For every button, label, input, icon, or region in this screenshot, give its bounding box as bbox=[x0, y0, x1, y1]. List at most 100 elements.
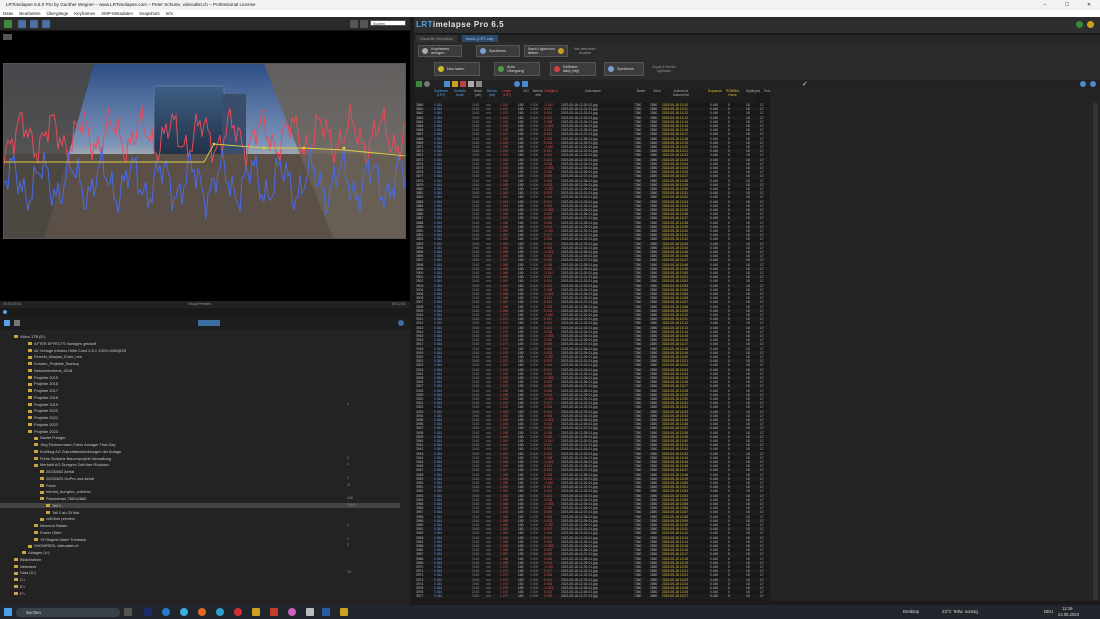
tag-icon[interactable] bbox=[468, 81, 474, 87]
edge-icon[interactable] bbox=[162, 608, 170, 616]
stop-icon[interactable] bbox=[14, 320, 20, 326]
browser-icon[interactable] bbox=[180, 608, 188, 616]
column-header[interactable]: Kreisele bude bbox=[451, 89, 469, 98]
column-header[interactable]: Dateiname bbox=[584, 89, 602, 94]
folder-item[interactable]: Data (D:) 29 bbox=[0, 570, 400, 575]
status-icon[interactable] bbox=[1076, 21, 1083, 28]
clock-date[interactable]: 24.05.2023 bbox=[1058, 612, 1079, 617]
checkmark-icon[interactable]: ✓ bbox=[802, 80, 808, 88]
star-icon[interactable] bbox=[452, 81, 458, 87]
settings-icon[interactable] bbox=[522, 81, 528, 87]
save-button-bottom[interactable]: Speichern bbox=[604, 62, 644, 76]
lrtimelapse-icon[interactable] bbox=[322, 608, 330, 616]
filter-icon[interactable] bbox=[444, 81, 450, 87]
reject-icon[interactable] bbox=[460, 81, 466, 87]
folder-item[interactable]: Bibliotheken bbox=[0, 557, 400, 562]
folder-item[interactable]: Projekte 2021 bbox=[0, 415, 400, 420]
folder-item[interactable]: Projekte 2018 bbox=[0, 395, 400, 400]
menu-keyframes[interactable]: Keyframes bbox=[74, 11, 95, 16]
camera-icon[interactable] bbox=[3, 34, 12, 40]
help-icon[interactable] bbox=[1090, 81, 1096, 87]
folder-item[interactable]: Daniel Fredger bbox=[0, 435, 400, 440]
folder-item[interactable]: Panoramas 7380x2880 446 bbox=[0, 496, 400, 501]
photoshop-icon[interactable] bbox=[144, 608, 152, 616]
taskbar-search-input[interactable]: Suchen bbox=[16, 608, 120, 617]
folder-item[interactable]: Projekte 2023 bbox=[0, 429, 400, 434]
folder-item[interactable]: Projekte 2019 4 bbox=[0, 402, 400, 407]
folder-item[interactable]: Netzwerkvideos_2018 bbox=[0, 368, 400, 373]
folder-item[interactable]: Kunden_Projekte_Backup bbox=[0, 361, 400, 366]
folder-item[interactable]: Fotos 11 bbox=[0, 483, 400, 488]
file-explorer-icon[interactable] bbox=[340, 608, 348, 616]
auto-transition-button[interactable]: Auto Übergang bbox=[494, 62, 540, 76]
save-button-top[interactable]: Speichern bbox=[476, 45, 520, 57]
play-icon[interactable] bbox=[4, 320, 10, 326]
minimize-icon[interactable]: – bbox=[1034, 0, 1056, 10]
forward-icon[interactable] bbox=[360, 20, 368, 28]
folder-item[interactable]: Merbold AG Durrgrim 2ufrüher Rückbau 4 bbox=[0, 462, 400, 467]
smiley-icon[interactable] bbox=[1087, 21, 1094, 28]
table-scrollbar[interactable] bbox=[1093, 103, 1098, 600]
filezilla-icon[interactable] bbox=[270, 608, 278, 616]
folder-item[interactable]: 20230523 GoPro und Aerial 2 bbox=[0, 476, 400, 481]
tab-visual-workflow[interactable]: Visueller Workflow bbox=[416, 35, 457, 42]
zoom-in-icon[interactable] bbox=[1080, 81, 1086, 87]
keyframe-marker[interactable] bbox=[342, 146, 346, 150]
grid-icon[interactable] bbox=[416, 81, 422, 87]
folder-item[interactable]: Nimmvol Baden 2 bbox=[0, 523, 400, 528]
taskview-icon[interactable] bbox=[124, 608, 132, 616]
folder-item[interactable]: Video 1TB (E:) bbox=[0, 334, 400, 339]
folder-item[interactable]: zufrüher preview bbox=[0, 516, 400, 521]
folder-item[interactable]: F:\ bbox=[0, 591, 400, 596]
heart-icon[interactable] bbox=[18, 20, 26, 28]
weather-label[interactable]: 23°C Teilw. sonnig bbox=[942, 609, 978, 614]
folder-item[interactable]: Kohlbug AG Zukunftsentwicklungen der Anl… bbox=[0, 449, 400, 454]
folder-icon[interactable] bbox=[30, 20, 38, 28]
media-icon[interactable] bbox=[288, 608, 296, 616]
keyframes-button[interactable]: Keyframes anlegen bbox=[418, 45, 462, 57]
folder-item[interactable]: Projekte 2017 bbox=[0, 388, 400, 393]
column-header[interactable]: RGB/Bel. Korre. bbox=[724, 89, 742, 98]
column-header[interactable]: Aufnahme Datum/Zeit bbox=[672, 89, 690, 98]
table-row[interactable]: 3977 0.361 2160 n/a 1.077 100 0.000 0.029 2023-0… bbox=[414, 594, 770, 599]
nav-arrows-icon[interactable] bbox=[198, 320, 220, 326]
timeline-bar[interactable] bbox=[0, 308, 410, 316]
folder-item[interactable]: merbol_durrgrim_zufrüher bbox=[0, 489, 400, 494]
menu-xmp[interactable]: XMP-Metadaten bbox=[101, 11, 133, 16]
tab-basis[interactable]: Basis (LRT-cat) bbox=[462, 35, 498, 42]
column-header[interactable]: Lumin. (LRT) bbox=[498, 89, 516, 98]
folder-item[interactable]: Projekte 2020 bbox=[0, 408, 400, 413]
timeline-handle[interactable] bbox=[3, 310, 7, 314]
curve-icon[interactable] bbox=[476, 81, 482, 87]
firefox-icon[interactable] bbox=[198, 608, 206, 616]
language-label[interactable]: DEU bbox=[1044, 609, 1053, 614]
close-icon[interactable]: ✕ bbox=[1078, 0, 1100, 10]
folder-item[interactable]: AV Vorlage Infobox Hölle Cond 0.5.1 1920… bbox=[0, 348, 400, 353]
refresh-icon[interactable] bbox=[398, 320, 404, 326]
vlc-icon[interactable] bbox=[252, 608, 260, 616]
folder-item[interactable]: Teil 1 3118 bbox=[0, 502, 400, 509]
folder-item[interactable]: 20230502 Aerial bbox=[0, 469, 400, 474]
explorer-icon[interactable] bbox=[216, 608, 224, 616]
column-header[interactable]: Helligkeit bbox=[542, 89, 560, 94]
zoom-icon[interactable] bbox=[42, 20, 50, 28]
folder-item[interactable]: Fuhrs Schweiz Bauvorprojekt Verwaltung 3 bbox=[0, 456, 400, 461]
document-icon[interactable] bbox=[306, 608, 314, 616]
menu-info[interactable]: Info bbox=[166, 11, 173, 16]
folder-item[interactable]: Projekte 2015 bbox=[0, 375, 400, 380]
folder-item[interactable]: C:\ bbox=[0, 577, 400, 582]
column-header[interactable]: Exposure bbox=[706, 89, 724, 94]
folder-item[interactable]: Einzeln_Abspan_Ende_neu bbox=[0, 354, 400, 359]
clock-time[interactable]: 12:19 bbox=[1062, 606, 1072, 611]
search-input[interactable]: Suchen bbox=[370, 20, 406, 26]
folder-item[interactable]: Netzwerk bbox=[0, 564, 400, 569]
folder-item[interactable]: E:\ bbox=[0, 584, 400, 589]
windows-start-icon[interactable] bbox=[4, 608, 12, 616]
keyframe-marker[interactable] bbox=[212, 142, 216, 146]
folder-item[interactable]: Yll Siegrist Maler Trimbach 4 bbox=[0, 537, 400, 542]
menu-snapshots[interactable]: Snapshots bbox=[139, 11, 160, 16]
menu-uebergaenge[interactable]: Übergänge bbox=[47, 11, 69, 16]
info-icon[interactable] bbox=[514, 81, 520, 87]
workflow-icon[interactable] bbox=[4, 20, 12, 28]
app-icon[interactable] bbox=[234, 608, 242, 616]
